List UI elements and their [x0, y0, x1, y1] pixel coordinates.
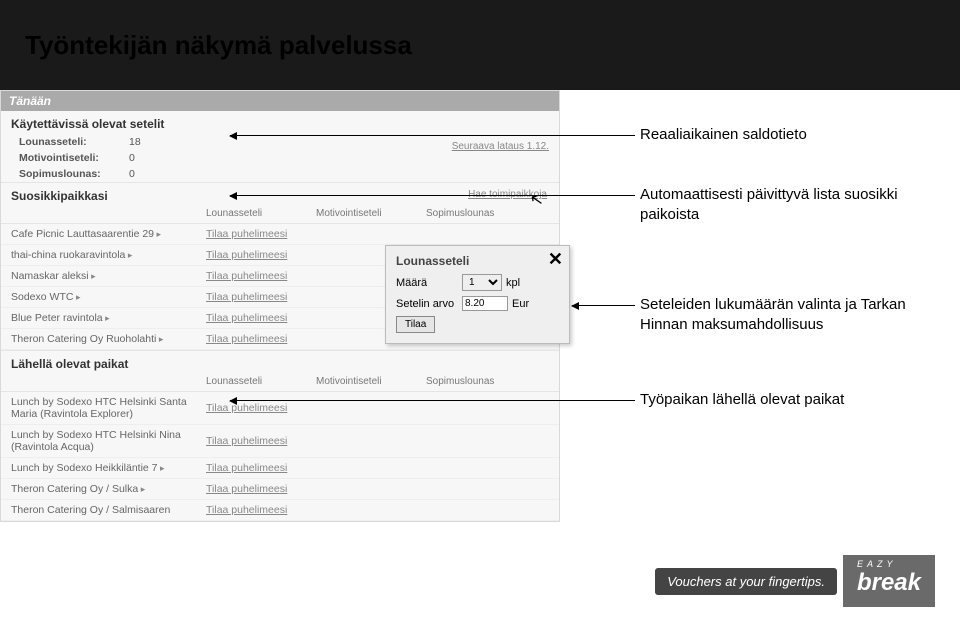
- order-link[interactable]: Tilaa puhelimeesi: [206, 462, 316, 474]
- place-name: Sodexo WTC: [11, 291, 206, 303]
- col-motivointi: Motivointiseteli: [316, 376, 426, 387]
- order-link[interactable]: Tilaa puhelimeesi: [206, 291, 316, 303]
- col-lounas: Lounasseteli: [206, 376, 316, 387]
- qty-select[interactable]: 1: [462, 274, 502, 291]
- qty-unit: kpl: [506, 277, 520, 289]
- place-name: Lunch by Sodexo Heikkiläntie 7: [11, 462, 206, 474]
- submit-button[interactable]: Tilaa: [396, 316, 435, 333]
- balance-heading: Käytettävissä olevat setelit: [1, 111, 559, 134]
- balance-row-motivointi: Motivointiseteli: 0: [1, 150, 559, 166]
- arrow-line: [230, 195, 635, 196]
- col-sopimus: Sopimuslounas: [426, 376, 536, 387]
- balance-value: 0: [129, 152, 159, 164]
- order-link[interactable]: Tilaa puhelimeesi: [206, 504, 316, 516]
- annotation-popup: Seteleiden lukumäärän valinta ja Tarkan …: [640, 295, 920, 334]
- order-link[interactable]: Tilaa puhelimeesi: [206, 270, 316, 282]
- place-name: Theron Catering Oy / Sulka: [11, 483, 206, 495]
- column-headers: Lounasseteli Motivointiseteli Sopimuslou…: [1, 374, 559, 392]
- balance-label: Sopimuslounas:: [19, 168, 129, 180]
- col-empty: [11, 208, 206, 219]
- list-item[interactable]: Lunch by Sodexo HTC Helsinki Nina (Ravin…: [1, 425, 559, 458]
- balance-section: Käytettävissä olevat setelit Seuraava la…: [1, 111, 559, 182]
- value-unit: Eur: [512, 298, 529, 310]
- qty-label: Määrä: [396, 277, 458, 289]
- place-name: Cafe Picnic Lauttasaarentie 29: [11, 228, 206, 240]
- close-icon[interactable]: ✕: [548, 250, 563, 268]
- balance-label: Motivointiseteli:: [19, 152, 129, 164]
- place-name: Namaskar aleksi: [11, 270, 206, 282]
- place-name: Theron Catering Oy / Salmisaaren: [11, 504, 206, 516]
- list-item[interactable]: Theron Catering Oy / SulkaTilaa puhelime…: [1, 479, 559, 500]
- col-sopimus: Sopimuslounas: [426, 208, 536, 219]
- list-item[interactable]: Cafe Picnic Lauttasaarentie 29Tilaa puhe…: [1, 224, 559, 245]
- order-link[interactable]: Tilaa puhelimeesi: [206, 312, 316, 324]
- annotation-saldo: Reaaliaikainen saldotieto: [640, 125, 900, 145]
- balance-value: 18: [129, 136, 159, 148]
- value-input[interactable]: [462, 296, 508, 311]
- order-link[interactable]: Tilaa puhelimeesi: [206, 228, 316, 240]
- order-popup: ✕ Lounasseteli Määrä 1 kpl Setelin arvo …: [385, 245, 570, 344]
- list-item[interactable]: Theron Catering Oy / SalmisaarenTilaa pu…: [1, 500, 559, 521]
- page-title: Työntekijän näkymä palvelussa: [25, 30, 412, 61]
- order-link[interactable]: Tilaa puhelimeesi: [206, 249, 316, 261]
- col-motivointi: Motivointiseteli: [316, 208, 426, 219]
- annotation-favorites: Automaattisesti päivittyvä lista suosikk…: [640, 185, 900, 224]
- balance-label: Lounasseteli:: [19, 136, 129, 148]
- arrow-line: [230, 135, 635, 136]
- column-headers: Lounasseteli Motivointiseteli Sopimuslou…: [1, 206, 559, 224]
- logo-mark: EAZY break: [843, 555, 935, 607]
- balance-value: 0: [129, 168, 159, 180]
- value-label: Setelin arvo: [396, 298, 458, 310]
- value-row: Setelin arvo Eur: [396, 296, 559, 311]
- brand-logo: Vouchers at your fingertips. EAZY break: [655, 555, 935, 607]
- tab-today[interactable]: Tänään: [1, 91, 559, 111]
- place-name: Lunch by Sodexo HTC Helsinki Santa Maria…: [11, 396, 206, 420]
- list-item[interactable]: Lunch by Sodexo Heikkiläntie 7Tilaa puhe…: [1, 458, 559, 479]
- logo-big: break: [857, 569, 921, 597]
- qty-row: Määrä 1 kpl: [396, 274, 559, 291]
- order-link[interactable]: Tilaa puhelimeesi: [206, 402, 316, 414]
- col-lounas: Lounasseteli: [206, 208, 316, 219]
- nearby-section: Lähellä olevat paikat Lounasseteli Motiv…: [1, 350, 559, 521]
- popup-title: Lounasseteli: [396, 254, 559, 268]
- col-empty: [11, 376, 206, 387]
- logo-small: EAZY: [857, 559, 897, 569]
- order-link[interactable]: Tilaa puhelimeesi: [206, 435, 316, 447]
- nearby-heading: Lähellä olevat paikat: [1, 351, 559, 374]
- place-name: Theron Catering Oy Ruoholahti: [11, 333, 206, 345]
- arrow-line: [572, 305, 635, 306]
- list-item[interactable]: Lunch by Sodexo HTC Helsinki Santa Maria…: [1, 392, 559, 425]
- balance-row-sopimus: Sopimuslounas: 0: [1, 166, 559, 182]
- order-link[interactable]: Tilaa puhelimeesi: [206, 483, 316, 495]
- place-name: Lunch by Sodexo HTC Helsinki Nina (Ravin…: [11, 429, 206, 453]
- order-link[interactable]: Tilaa puhelimeesi: [206, 333, 316, 345]
- place-name: thai-china ruokaravintola: [11, 249, 206, 261]
- annotation-nearby: Työpaikan lähellä olevat paikat: [640, 390, 900, 410]
- logo-tagline: Vouchers at your fingertips.: [655, 568, 837, 595]
- next-load-link[interactable]: Seuraava lataus 1.12.: [452, 141, 549, 152]
- place-name: Blue Peter ravintola: [11, 312, 206, 324]
- arrow-line: [230, 400, 635, 401]
